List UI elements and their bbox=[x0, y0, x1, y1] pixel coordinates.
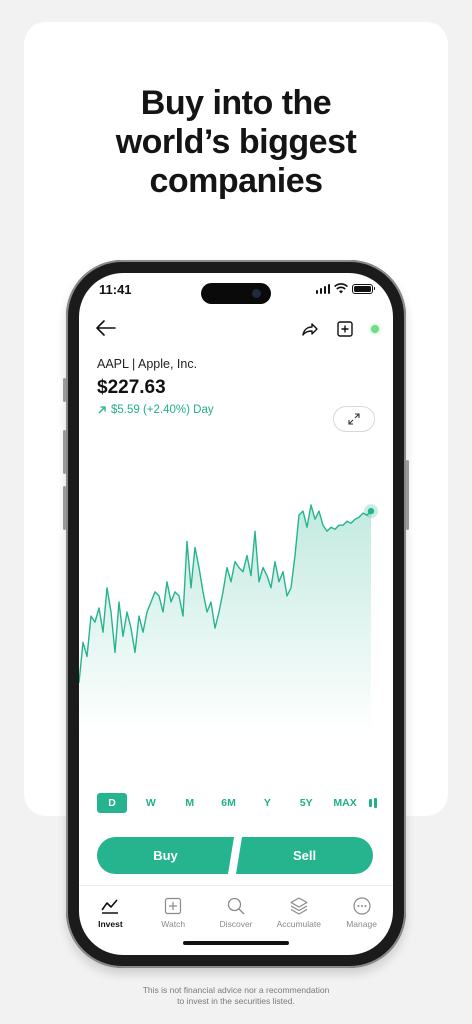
status-time: 11:41 bbox=[99, 282, 132, 297]
disclaimer-line-2: to invest in the securities listed. bbox=[177, 996, 295, 1006]
range-m[interactable]: M bbox=[175, 793, 205, 813]
wifi-icon bbox=[334, 283, 348, 294]
chart-end-point bbox=[367, 507, 375, 515]
disclaimer-line-1: This is not financial advice nor a recom… bbox=[142, 985, 330, 995]
chart-line-icon bbox=[101, 899, 119, 914]
plus-square-icon bbox=[165, 897, 182, 915]
range-d[interactable]: D bbox=[97, 793, 127, 813]
action-button bbox=[63, 378, 66, 402]
top-actions bbox=[301, 317, 379, 341]
tab-invest[interactable]: Invest bbox=[80, 896, 140, 955]
tab-accumulate[interactable]: Accumulate bbox=[269, 896, 329, 955]
range-w[interactable]: W bbox=[136, 793, 166, 813]
volume-down-button bbox=[63, 486, 66, 530]
price-change: $5.59 (+2.40%) Day bbox=[97, 404, 214, 416]
power-button bbox=[406, 460, 409, 530]
phone-screen: 11:41 AAPL | Apple, Inc. $227.63 $5.59 (… bbox=[79, 273, 393, 955]
candlestick-toggle-icon[interactable] bbox=[368, 798, 377, 808]
stock-price: $227.63 bbox=[97, 377, 166, 398]
volume-up-button bbox=[63, 430, 66, 474]
tab-label-watch: Watch bbox=[161, 919, 186, 929]
battery-icon bbox=[352, 283, 375, 294]
tab-discover[interactable]: Discover bbox=[206, 896, 266, 955]
time-range-selector: D W M 6M Y 5Y MAX bbox=[97, 793, 377, 813]
search-icon bbox=[227, 897, 245, 915]
tab-label-manage: Manage bbox=[346, 919, 377, 929]
sell-button[interactable]: Sell bbox=[236, 837, 373, 874]
tab-watch[interactable]: Watch bbox=[143, 896, 203, 955]
range-max[interactable]: MAX bbox=[330, 793, 360, 813]
share-icon[interactable] bbox=[301, 320, 319, 338]
expand-icon bbox=[348, 413, 360, 425]
tab-label-discover: Discover bbox=[219, 919, 253, 929]
chart-area-fill bbox=[79, 505, 371, 733]
headline: Buy into the world’s biggest companies bbox=[24, 84, 448, 201]
status-icons bbox=[315, 283, 375, 294]
home-indicator bbox=[183, 941, 289, 945]
tab-label-accumulate: Accumulate bbox=[276, 919, 321, 929]
headline-line-1: Buy into the bbox=[140, 84, 332, 122]
dynamic-island bbox=[201, 283, 271, 304]
trade-buttons: Buy Sell bbox=[97, 837, 373, 874]
tab-manage[interactable]: Manage bbox=[332, 896, 392, 955]
add-to-watchlist-icon[interactable] bbox=[337, 321, 353, 337]
disclaimer: This is not financial advice nor a recom… bbox=[60, 985, 412, 1007]
expand-chart-button[interactable] bbox=[333, 406, 375, 432]
range-5y[interactable]: 5Y bbox=[291, 793, 321, 813]
headline-line-3: companies bbox=[149, 162, 323, 200]
back-arrow-icon[interactable] bbox=[95, 317, 117, 339]
top-nav bbox=[95, 317, 379, 341]
layers-icon bbox=[290, 897, 308, 915]
signal-icon bbox=[315, 283, 330, 294]
ticker-name: AAPL | Apple, Inc. bbox=[97, 357, 198, 371]
range-y[interactable]: Y bbox=[252, 793, 282, 813]
price-chart[interactable] bbox=[79, 473, 393, 733]
arrow-up-right-icon bbox=[98, 406, 106, 414]
more-icon bbox=[352, 897, 371, 915]
headline-line-2: world’s biggest bbox=[115, 123, 357, 161]
tab-label-invest: Invest bbox=[98, 919, 123, 929]
market-live-indicator bbox=[371, 325, 379, 333]
buy-button[interactable]: Buy bbox=[97, 837, 234, 874]
phone-frame: 11:41 AAPL | Apple, Inc. $227.63 $5.59 (… bbox=[63, 260, 409, 968]
range-6m[interactable]: 6M bbox=[214, 793, 244, 813]
price-change-text: $5.59 (+2.40%) Day bbox=[111, 404, 214, 416]
